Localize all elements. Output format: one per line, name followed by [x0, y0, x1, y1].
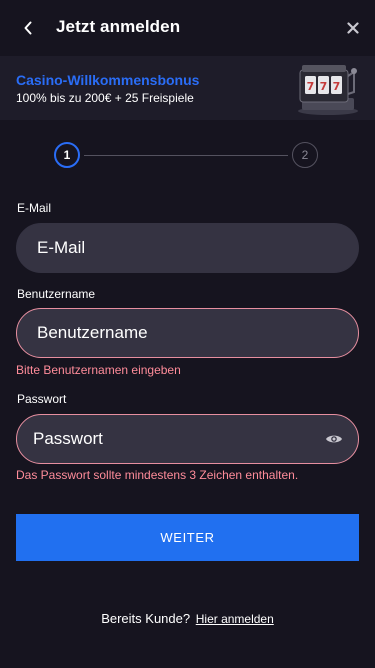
password-field-wrapper: [16, 414, 359, 464]
back-button[interactable]: [14, 15, 42, 41]
show-password-button[interactable]: [324, 430, 344, 448]
chevron-left-icon: [24, 21, 32, 35]
step-2: 2: [292, 142, 318, 168]
step-1: 1: [54, 142, 80, 168]
eye-icon: [326, 435, 342, 443]
username-error: Bitte Benutzernamen eingeben: [16, 363, 181, 377]
slot-machine-icon: 7 7 7: [298, 65, 358, 115]
username-label: Benutzername: [17, 287, 96, 301]
existing-customer-prompt: Bereits Kunde?: [101, 611, 191, 626]
username-field[interactable]: [37, 309, 317, 357]
bonus-title: Casino-Willkommensbonus: [16, 72, 200, 88]
svg-text:7: 7: [320, 80, 328, 93]
password-label: Passwort: [17, 392, 67, 406]
password-error: Das Passwort sollte mindestens 3 Zeichen…: [16, 468, 299, 482]
close-button[interactable]: [339, 14, 367, 42]
close-icon: [347, 22, 359, 34]
svg-text:7: 7: [307, 80, 315, 93]
registration-screen: Jetzt anmelden Casino-Willkommensbonus 1…: [0, 0, 375, 668]
email-label: E-Mail: [17, 201, 52, 215]
continue-button[interactable]: WEITER: [16, 514, 359, 561]
username-field-wrapper: [16, 308, 359, 358]
login-link[interactable]: Hier anmelden: [196, 612, 274, 626]
email-field-wrapper: [16, 223, 359, 273]
password-field[interactable]: [33, 415, 313, 463]
bonus-subtitle: 100% bis zu 200€ + 25 Freispiele: [16, 91, 194, 105]
page-title: Jetzt anmelden: [56, 17, 181, 36]
svg-text:7: 7: [333, 80, 341, 93]
footer: Bereits Kunde? Hier anmelden: [0, 611, 375, 626]
email-field[interactable]: [37, 224, 317, 272]
progress-stepper: 1 2: [54, 142, 318, 170]
header: Jetzt anmelden: [0, 0, 375, 56]
stepper-line: [84, 155, 288, 156]
